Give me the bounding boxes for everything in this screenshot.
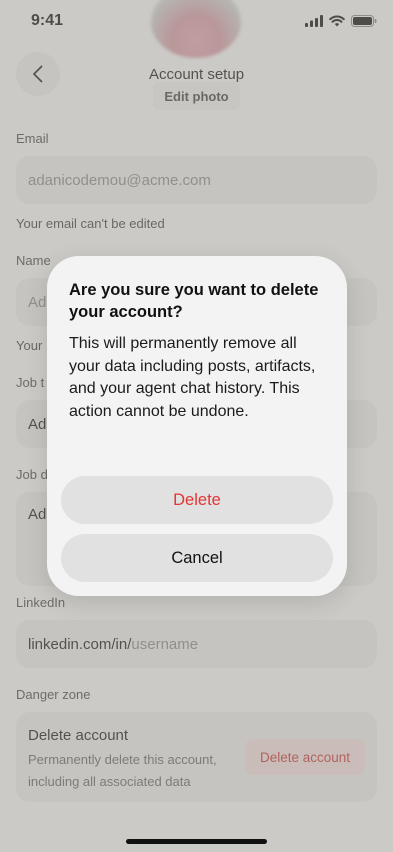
cancel-button[interactable]: Cancel (61, 534, 333, 582)
confirm-delete-button[interactable]: Delete (61, 476, 333, 524)
delete-confirmation-dialog: Are you sure you want to delete your acc… (47, 256, 347, 596)
dialog-message: This will permanently remove all your da… (69, 335, 316, 420)
home-indicator[interactable] (126, 839, 267, 844)
account-setup-screen: 9:41 Account setup Edit photo Email adan… (0, 0, 393, 852)
dialog-title: Are you sure you want to delete your acc… (69, 281, 319, 321)
